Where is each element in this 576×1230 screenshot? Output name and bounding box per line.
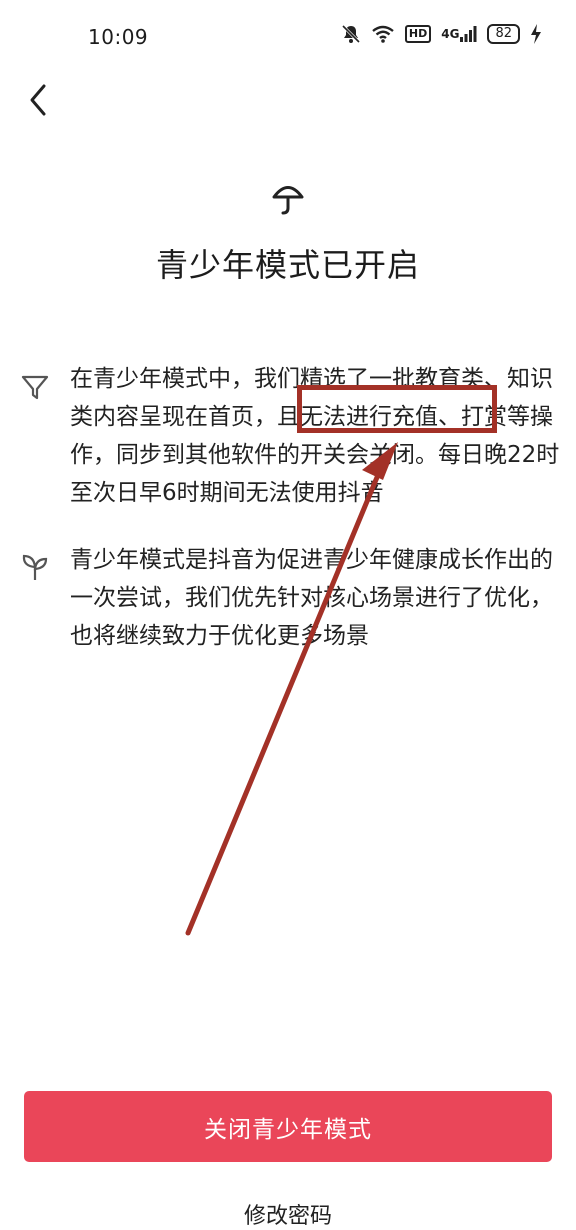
wifi-icon xyxy=(371,25,395,43)
signal-icon: 4G xyxy=(441,25,477,43)
close-youth-mode-button[interactable]: 关闭青少年模式 xyxy=(24,1091,552,1162)
network-type: 4G xyxy=(441,27,460,41)
highlight-box xyxy=(297,385,497,433)
status-time: 10:09 xyxy=(88,25,149,49)
filter-icon xyxy=(20,372,50,402)
status-icons: HD 4G 82 xyxy=(341,24,542,44)
sprout-icon xyxy=(20,552,50,582)
battery-indicator: 82 xyxy=(487,24,520,44)
page-title: 青少年模式已开启 xyxy=(155,246,420,284)
intro-paragraph-1: 在青少年模式中，我们精选了一批教育类、知识类内容呈现在首页，且无法进行充值、打赏… xyxy=(70,366,560,506)
hd-badge: HD xyxy=(404,25,432,43)
mute-icon xyxy=(341,24,361,44)
status-bar: 10:09 HD 4G 82 xyxy=(0,0,576,72)
charging-icon xyxy=(530,24,542,44)
change-password-link[interactable]: 修改密码 xyxy=(0,1198,576,1230)
back-button[interactable] xyxy=(24,80,56,120)
umbrella-icon xyxy=(270,180,306,216)
back-icon xyxy=(30,84,46,116)
intro-paragraph-2: 青少年模式是抖音为促进青少年健康成长作出的一次尝试，我们优先针对核心场景进行了优… xyxy=(70,547,553,649)
